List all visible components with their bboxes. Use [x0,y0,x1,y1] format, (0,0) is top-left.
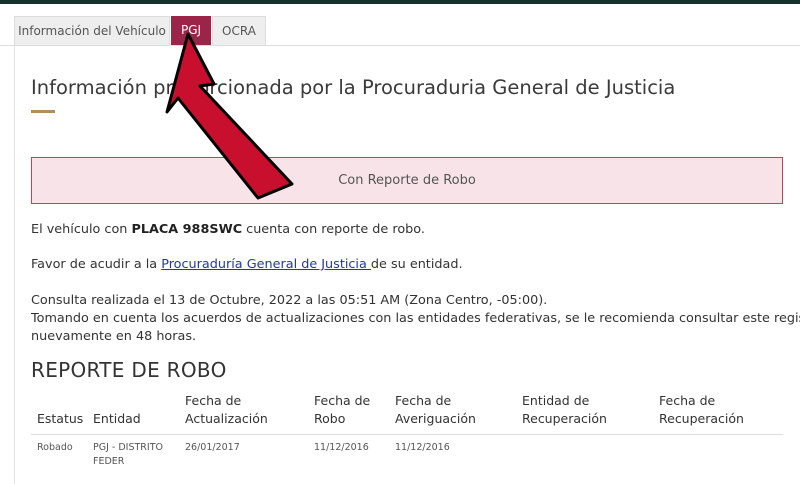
cell-line: PGJ - DISTRITO [93,442,163,453]
header-line: Fecha de [185,393,242,408]
cell-line: FEDER [93,456,125,467]
tab-bar: Información del Vehículo PGJ OCRA [0,16,800,46]
header-line: Recuperación [522,411,607,426]
advice-prefix: Favor de acudir a la [31,257,162,272]
report-title: REPORTE DE ROBO [31,358,227,382]
header-entidad-recuperacion: Entidad de Recuperación [522,392,607,428]
header-line: Fecha de [395,393,452,408]
advice-message: Favor de acudir a la Procuraduría Genera… [31,257,463,272]
header-fecha-actualizacion: Fecha de Actualización [185,392,268,428]
message-prefix: El vehículo con [31,222,132,237]
header-line: Fecha de [659,393,716,408]
pgj-link[interactable]: Procuraduría General de Justicia [161,257,371,272]
header-line: Fecha de [314,393,371,408]
advice-suffix: de su entidad. [370,257,463,272]
header-fecha-averiguacion: Fecha de Averiguación [395,392,476,428]
tab-ocra[interactable]: OCRA [212,16,266,45]
table-divider [31,434,783,435]
consult-line-2: Tomando en cuenta los acuerdos de actual… [31,311,800,326]
top-bar [0,0,800,4]
consult-info: Consulta realizada el 13 de Octubre, 202… [31,292,800,346]
header-line [37,392,83,410]
message-suffix: cuenta con reporte de robo. [242,222,425,237]
tab-vehicle-info[interactable]: Información del Vehículo [14,16,170,45]
cell-entidad: PGJ - DISTRITO FEDER [93,441,163,469]
cell-fecha-robo: 11/12/2016 [314,442,369,453]
header-line: Actualización [185,411,268,426]
plate-number: PLACA 988SWC [131,222,243,237]
cell-estatus: Robado [37,442,73,453]
header-line: Entidad de [522,393,590,408]
header-line [93,392,141,410]
header-fecha-robo: Fecha de Robo [314,392,370,428]
consult-line-1: Consulta realizada el 13 de Octubre, 202… [31,293,548,308]
header-line: Averiguación [395,411,476,426]
header-fecha-recuperacion: Fecha de Recuperación [659,392,744,428]
theft-alert: Con Reporte de Robo [31,157,783,204]
vehicle-message: El vehículo con PLACA 988SWC cuenta con … [31,222,425,237]
header-line: Robo [314,411,346,426]
tab-pgj[interactable]: PGJ [171,16,211,45]
header-line: Estatus [37,411,84,426]
cell-fecha-actualizacion: 26/01/2017 [185,442,240,453]
consult-line-3: nuevamente en 48 horas. [31,329,197,344]
header-entidad: Entidad [93,392,141,428]
title-underline [31,110,55,113]
cell-fecha-averiguacion: 11/12/2016 [395,442,450,453]
page-title: Información proporcionada por la Procura… [31,76,676,99]
header-line: Recuperación [659,411,744,426]
header-line: Entidad [93,411,141,426]
header-estatus: Estatus [37,392,83,428]
